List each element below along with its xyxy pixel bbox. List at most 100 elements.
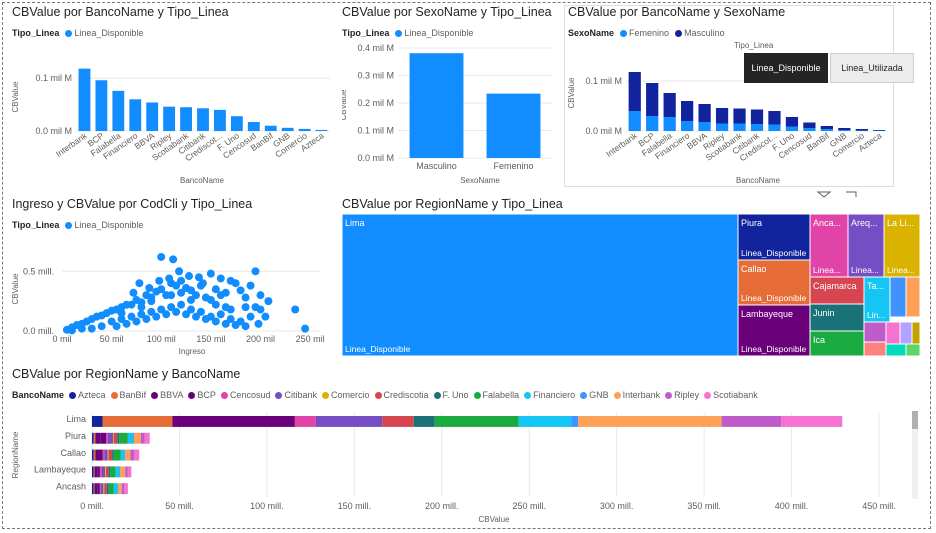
- bar-segment: [144, 432, 150, 444]
- bar: [298, 128, 311, 131]
- bar-segment: [105, 466, 106, 478]
- scatter-point: [107, 317, 116, 326]
- banco-sexo-chart[interactable]: CBValue por BancoName y SexoName SexoNam…: [564, 5, 894, 187]
- treemap-sublabel: Linea...: [887, 265, 915, 275]
- treemap-label: Ta...: [867, 281, 884, 291]
- bar: [628, 111, 641, 131]
- x-tick-label: 150 mill.: [338, 501, 372, 511]
- scatter-point: [122, 319, 131, 328]
- scatter-point: [211, 285, 220, 294]
- chart-plot: 0.0 mil M0.1 mil MInterbankBCPFalabellaF…: [12, 68, 330, 185]
- bar-segment: [93, 483, 95, 495]
- scatter-point: [231, 279, 240, 288]
- scatter-point: [301, 324, 310, 333]
- treemap-label: Piura: [741, 218, 762, 228]
- bar-segment: [92, 416, 103, 427]
- treemap-tile: [911, 321, 921, 345]
- slicer-option-linea-utilizada[interactable]: Linea_Utilizada: [830, 53, 914, 83]
- scatter-point: [291, 305, 300, 314]
- bar: [750, 124, 764, 131]
- bar: [663, 117, 676, 131]
- bar-segment: [103, 483, 105, 495]
- ingreso-scatter-chart[interactable]: Ingreso y CBValue por CodCli y Tipo_Line…: [12, 197, 334, 359]
- treemap-tile: [863, 341, 887, 357]
- x-tick-label: 100 mil: [147, 334, 176, 344]
- y-tick-label: 0.0 mil M: [35, 126, 72, 136]
- treemap-sublabel: Linea...: [813, 265, 841, 275]
- y-tick-label: 0.0 mil M: [357, 153, 394, 163]
- scatter-point: [216, 274, 225, 283]
- bar: [646, 116, 659, 131]
- y-tick-label: Lambayeque: [34, 465, 86, 475]
- bar-segment: [721, 416, 782, 427]
- treemap-sublabel: Linea_Disponible: [741, 248, 806, 258]
- scatter-point: [117, 309, 126, 318]
- bar-segment: [92, 449, 94, 461]
- bar-segment: [133, 432, 141, 444]
- bar-segment: [578, 416, 722, 427]
- bar: [803, 122, 816, 128]
- bar: [646, 83, 659, 116]
- scatter-point: [155, 276, 164, 285]
- y-tick-label: 0.4 mil M: [357, 43, 394, 53]
- sexo-tipo-linea-chart[interactable]: CBValue por SexoName y Tipo_Linea Tipo_L…: [342, 5, 562, 187]
- bar: [785, 117, 799, 127]
- scatter-point: [256, 305, 265, 314]
- scatter-point: [236, 317, 245, 326]
- x-tick-label: Femenino: [493, 161, 533, 171]
- scatter-point: [211, 300, 220, 309]
- x-tick-label: 0 mil: [52, 334, 71, 344]
- bar-segment: [127, 466, 132, 478]
- treemap-tile: [863, 321, 887, 343]
- bar: [733, 123, 746, 131]
- bar-segment: [115, 466, 120, 478]
- bar-segment: [133, 432, 134, 444]
- treemap-label: Areq...: [851, 218, 878, 228]
- bar: [785, 126, 799, 131]
- bar-segment: [108, 483, 114, 495]
- x-axis-title: BancoName: [180, 176, 225, 185]
- y-axis-title: CBValue: [12, 81, 20, 113]
- y-tick-label: Lima: [66, 414, 86, 424]
- banco-tipo-linea-chart[interactable]: CBValue por BancoName y Tipo_Linea Tipo_…: [12, 5, 334, 187]
- bar: [750, 109, 764, 124]
- bar-segment: [382, 416, 414, 427]
- scatter-point: [226, 305, 235, 314]
- scatter-point: [165, 274, 174, 283]
- bar-segment: [172, 416, 295, 427]
- bar-segment: [127, 432, 134, 444]
- slicer-option-linea-disponible[interactable]: Linea_Disponible: [744, 53, 828, 83]
- bar-segment: [124, 483, 128, 495]
- y-tick-label: 0.2 mil M: [357, 98, 394, 108]
- bar-segment: [120, 449, 125, 461]
- bar-segment: [102, 449, 105, 461]
- bar: [715, 123, 729, 131]
- y-tick-label: 0.0 mil M: [585, 126, 622, 136]
- scatter-point: [135, 279, 144, 288]
- scatter-point: [206, 269, 215, 278]
- treemap-tile: [342, 213, 739, 357]
- bar: [768, 124, 781, 131]
- scatter-point: [142, 315, 151, 324]
- treemap-label: Ica: [813, 335, 825, 345]
- scatter-point: [241, 303, 250, 312]
- bar-segment: [130, 449, 134, 461]
- bar: [146, 102, 159, 131]
- bar-segment: [108, 466, 111, 478]
- bar: [264, 125, 277, 131]
- bar-segment: [94, 466, 98, 478]
- region-treemap-chart[interactable]: CBValue por RegionName y Tipo_Linea Lima…: [342, 197, 922, 357]
- bar-segment: [119, 466, 120, 478]
- region-banco-chart[interactable]: CBValue por RegionName y BancoName Banco…: [12, 367, 924, 527]
- tipo-linea-slicer[interactable]: Tipo_Linea Linea_Disponible Linea_Utiliz…: [732, 38, 918, 86]
- bar: [197, 108, 209, 131]
- y-axis-title: CBValue: [12, 273, 20, 305]
- treemap-tile: [885, 343, 907, 357]
- y-tick-label: 0.1 mil M: [357, 126, 394, 136]
- bar-segment: [105, 466, 109, 478]
- scatter-point: [157, 252, 166, 261]
- scatter-point: [236, 286, 245, 295]
- bar: [681, 121, 694, 131]
- treemap-sublabel: Lin...: [867, 310, 885, 320]
- bar-segment: [518, 416, 572, 427]
